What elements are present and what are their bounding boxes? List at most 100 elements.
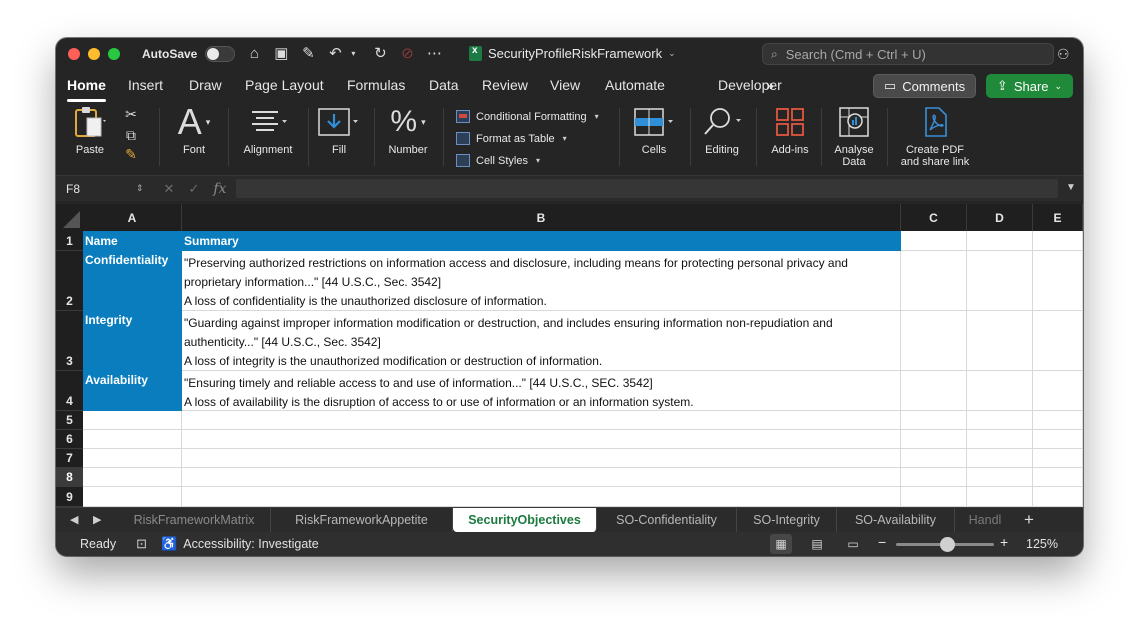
row-header-1[interactable]: 1	[56, 231, 83, 251]
cell-c4[interactable]	[901, 371, 967, 411]
number-button[interactable]: % ▾ Number	[386, 102, 430, 174]
cell-c8[interactable]	[901, 468, 967, 487]
sheet-tab-so-integrity[interactable]: SO-Integrity	[737, 508, 837, 532]
formula-input[interactable]	[236, 179, 1058, 198]
cell-b1[interactable]: Summary	[182, 231, 901, 251]
cell-c2[interactable]	[901, 251, 967, 311]
confirm-icon[interactable]: ✓	[188, 181, 199, 197]
zoom-window-button[interactable]	[108, 48, 120, 60]
cell-e7[interactable]	[1033, 449, 1083, 468]
sheet-tab-securityobjectives[interactable]: SecurityObjectives	[453, 508, 597, 532]
column-header-d[interactable]: D	[967, 204, 1033, 231]
column-header-b[interactable]: B	[182, 204, 901, 231]
cell-a2[interactable]: Confidentiality	[83, 251, 182, 311]
cell-d6[interactable]	[967, 430, 1033, 449]
cell-c7[interactable]	[901, 449, 967, 468]
row-header-7[interactable]: 7	[56, 449, 83, 468]
cell-b7[interactable]	[182, 449, 901, 468]
save-icon[interactable]: ▣	[273, 46, 289, 62]
addins-button[interactable]: Add-ins	[768, 102, 812, 174]
sheet-tab-so-availability[interactable]: SO-Availability	[837, 508, 955, 532]
cell-b9[interactable]	[182, 487, 901, 507]
more-tabs-icon[interactable]: »	[766, 77, 774, 93]
cell-b4[interactable]: "Ensuring timely and reliable access to …	[182, 371, 901, 411]
page-layout-view-button[interactable]: ▤	[806, 534, 828, 554]
tab-review[interactable]: Review	[482, 77, 528, 93]
cell-a1[interactable]: Name	[83, 231, 182, 251]
next-sheet-icon[interactable]: ▶	[93, 513, 101, 526]
cell-c1[interactable]	[901, 231, 967, 251]
cell-e8[interactable]	[1033, 468, 1083, 487]
home-icon[interactable]: ⌂	[246, 46, 262, 62]
zoom-out-button[interactable]: −	[878, 534, 886, 550]
cell-b6[interactable]	[182, 430, 901, 449]
cell-a9[interactable]	[83, 487, 182, 507]
select-all-button[interactable]	[56, 204, 83, 231]
minimize-window-button[interactable]	[88, 48, 100, 60]
cell-e9[interactable]	[1033, 487, 1083, 507]
cell-e5[interactable]	[1033, 411, 1083, 430]
cell-e2[interactable]	[1033, 251, 1083, 311]
alignment-button[interactable]: Alignment	[241, 102, 295, 174]
cell-b2[interactable]: "Preserving authorized restrictions on i…	[182, 251, 901, 311]
cell-a3[interactable]: Integrity	[83, 311, 182, 371]
cell-c6[interactable]	[901, 430, 967, 449]
account-icon[interactable]: ⚇	[1057, 46, 1070, 63]
cells-button[interactable]: Cells	[630, 102, 678, 174]
more-icon[interactable]: ⋯	[426, 46, 442, 62]
cell-d7[interactable]	[967, 449, 1033, 468]
font-button[interactable]: A ▾ Font	[173, 101, 215, 174]
sheet-tab-riskframeworkmatrix[interactable]: RiskFrameworkMatrix	[118, 508, 271, 532]
name-box[interactable]: F8	[66, 182, 144, 196]
row-header-8[interactable]: 8	[56, 468, 83, 487]
cancel-icon[interactable]: ✕	[164, 181, 175, 197]
prev-sheet-icon[interactable]: ◀	[70, 513, 78, 526]
paste-button[interactable]: Paste	[70, 102, 110, 174]
cell-b3[interactable]: "Guarding against improper information m…	[182, 311, 901, 371]
create-pdf-button[interactable]: Create PDF and share link	[897, 102, 973, 174]
editing-button[interactable]: Editing	[700, 102, 744, 174]
undo-dropdown-icon[interactable]: ▾	[345, 46, 361, 62]
comments-button[interactable]: ▭ Comments	[873, 74, 976, 98]
cell-c9[interactable]	[901, 487, 967, 507]
zoom-slider-handle[interactable]	[940, 537, 955, 552]
accessibility-status[interactable]: Accessibility: Investigate	[183, 537, 318, 551]
redo-icon[interactable]: ↻	[372, 46, 388, 62]
row-header-5[interactable]: 5	[56, 411, 83, 430]
format-as-table-button[interactable]: Format as Table ▾	[456, 130, 599, 147]
expand-formula-icon[interactable]: ▼	[1066, 182, 1076, 193]
autosave-toggle[interactable]	[205, 46, 236, 62]
macro-recording-icon[interactable]: ⊡	[136, 536, 147, 552]
cell-b8[interactable]	[182, 468, 901, 487]
cell-d9[interactable]	[967, 487, 1033, 507]
cell-d5[interactable]	[967, 411, 1033, 430]
cell-d8[interactable]	[967, 468, 1033, 487]
row-header-4[interactable]: 4	[56, 371, 83, 411]
cell-a6[interactable]	[83, 430, 182, 449]
tab-insert[interactable]: Insert	[128, 77, 163, 93]
cell-a7[interactable]	[83, 449, 182, 468]
conditional-formatting-button[interactable]: Conditional Formatting ▾	[456, 108, 599, 125]
close-window-button[interactable]	[68, 48, 80, 60]
sheet-tab-riskframeworkappetite[interactable]: RiskFrameworkAppetite	[271, 508, 453, 532]
name-box-stepper-icon[interactable]: ⇕	[136, 183, 144, 194]
undo-icon[interactable]: ↶	[327, 46, 343, 62]
document-title[interactable]: SecurityProfileRiskFramework ⌄	[469, 45, 676, 61]
row-header-3[interactable]: 3	[56, 311, 83, 371]
cell-e3[interactable]	[1033, 311, 1083, 371]
row-header-9[interactable]: 9	[56, 487, 83, 507]
format-painter-icon[interactable]: ✎	[125, 146, 137, 163]
cell-c5[interactable]	[901, 411, 967, 430]
tab-home[interactable]: Home	[67, 77, 106, 102]
column-header-e[interactable]: E	[1033, 204, 1083, 231]
page-break-view-button[interactable]: ▭	[842, 534, 864, 554]
add-sheet-button[interactable]: +	[1024, 510, 1034, 530]
tab-formulas[interactable]: Formulas	[347, 77, 405, 93]
tab-view[interactable]: View	[550, 77, 580, 93]
cell-d2[interactable]	[967, 251, 1033, 311]
cell-e1[interactable]	[1033, 231, 1083, 251]
cell-e4[interactable]	[1033, 371, 1083, 411]
cell-d4[interactable]	[967, 371, 1033, 411]
cell-c3[interactable]	[901, 311, 967, 371]
column-header-c[interactable]: C	[901, 204, 967, 231]
